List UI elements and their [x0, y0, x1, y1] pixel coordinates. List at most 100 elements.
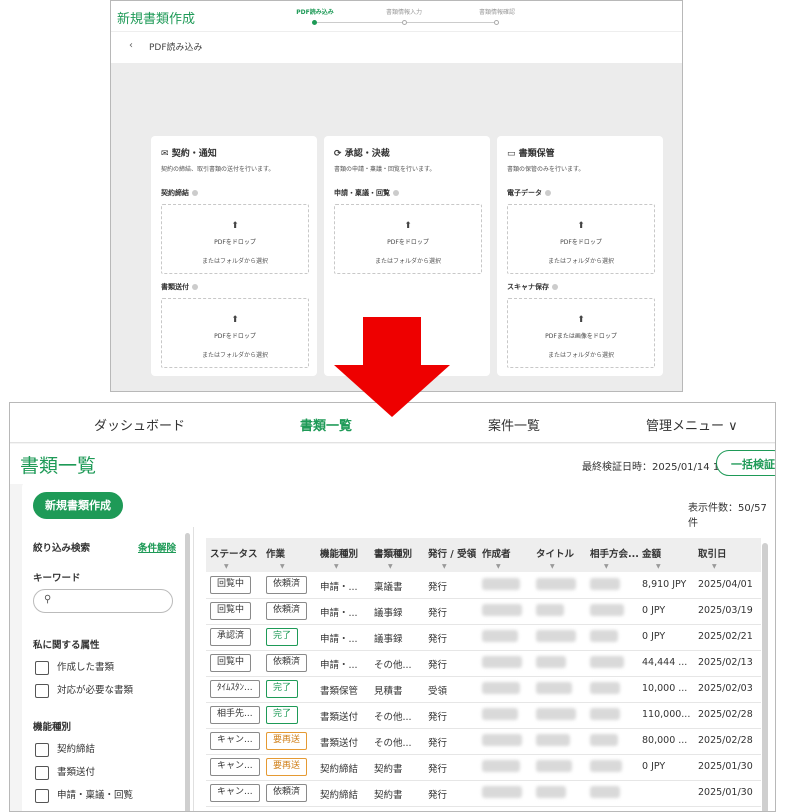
- col-date[interactable]: 取引日: [698, 546, 727, 560]
- cell-creator-redacted: [482, 682, 520, 694]
- info-icon: [393, 190, 399, 196]
- table-scrollbar[interactable]: [762, 543, 768, 811]
- cell-amount: 0 JPY: [642, 605, 666, 616]
- sort-caret-icon[interactable]: ▼: [280, 563, 285, 570]
- cell-amount: 0 JPY: [642, 761, 666, 772]
- table-row[interactable]: 回覧中 依頼済 申請・... 稟議書 発行 8,910 JPY 2025/04/01: [206, 572, 761, 599]
- table-row[interactable]: キャン... 要再送 契約締結 契約書 発行 0 JPY 2025/01/30: [206, 754, 761, 781]
- table-row[interactable]: ﾀｲﾑｽﾀﾝ... 完了 書類保管 見積書 受領 10,000 ... 2025/02/03: [206, 676, 761, 703]
- table-row[interactable]: キャン... 要再送 書類送付 その他... 発行 80,000 ... 2025/02/2…: [206, 728, 761, 755]
- col-task[interactable]: 作業: [266, 546, 285, 560]
- file-upload-icon: ⬆: [577, 315, 585, 325]
- step-pdf-import[interactable]: PDF読み込み: [280, 7, 350, 16]
- info-icon: [552, 284, 558, 290]
- col-status[interactable]: ステータス: [210, 546, 258, 560]
- card-title: 書類保管: [518, 149, 555, 159]
- card-contract-notice: ✉ 契約・通知 契約の締結、取引書類の送付を行います。 契約締結 ⬆ PDFをド…: [151, 136, 317, 376]
- filter-scrollbar[interactable]: [185, 533, 190, 811]
- nav-admin-menu[interactable]: 管理メニュー ∨: [646, 415, 738, 434]
- card-desc: 書類の申請・稟議・回覧を行います。: [334, 166, 436, 173]
- task-badge: 依頼済: [266, 784, 308, 802]
- drop-zone-contract[interactable]: ⬆ PDFをドロップ またはフォルダから選択: [161, 204, 309, 274]
- checkbox[interactable]: [35, 683, 49, 698]
- sort-caret-icon[interactable]: ▼: [334, 563, 339, 570]
- sort-caret-icon[interactable]: ▼: [656, 563, 661, 570]
- new-document-button[interactable]: 新規書類作成: [33, 492, 123, 519]
- checkbox[interactable]: [35, 765, 49, 780]
- sort-caret-icon[interactable]: ▼: [442, 563, 447, 570]
- table-row[interactable]: キャン... 依頼済 契約締結 契約書 発行 2025/01/30: [206, 780, 761, 807]
- col-counterparty[interactable]: 相手方会...: [590, 546, 639, 560]
- task-badge: 完了: [266, 706, 299, 724]
- sort-caret-icon[interactable]: ▼: [224, 563, 229, 570]
- cell-date: 2025/02/28: [698, 735, 753, 746]
- sort-caret-icon[interactable]: ▼: [712, 563, 717, 570]
- drop-zone-scanner[interactable]: ⬆ PDFまたは画像をドロップ またはフォルダから選択: [507, 298, 655, 368]
- cell-issue: 発行: [428, 712, 448, 723]
- step-dot-active: [312, 20, 317, 25]
- col-function[interactable]: 機能種別: [320, 546, 358, 560]
- cell-function: 申請・...: [320, 608, 358, 619]
- cell-counterparty-redacted: [590, 682, 620, 694]
- checkbox[interactable]: [35, 660, 49, 675]
- task-badge: 要再送: [266, 758, 308, 776]
- cell-amount: 8,910 JPY: [642, 579, 687, 590]
- app-title: 新規書類作成: [117, 12, 196, 27]
- col-creator[interactable]: 作成者: [482, 546, 511, 560]
- drop-zone-send[interactable]: ⬆ PDFをドロップ またはフォルダから選択: [161, 298, 309, 368]
- nav-dashboard[interactable]: ダッシュボード: [94, 415, 185, 434]
- nav-document-list[interactable]: 書類一覧: [300, 415, 352, 434]
- header-bar: [111, 1, 682, 31]
- cell-issue: 発行: [428, 634, 448, 645]
- table-row[interactable]: 承認済 完了 申請・... 議事録 発行 0 JPY 2025/02/21: [206, 624, 761, 651]
- sort-caret-icon[interactable]: ▼: [388, 563, 393, 570]
- cell-title-redacted: [536, 682, 572, 694]
- col-issue[interactable]: 発行 / 受領: [428, 546, 476, 560]
- cell-title-redacted: [536, 708, 576, 720]
- sort-caret-icon[interactable]: ▼: [550, 563, 555, 570]
- cell-amount: 80,000 ...: [642, 735, 688, 746]
- cell-function: 申請・...: [320, 582, 358, 593]
- info-icon: [192, 284, 198, 290]
- drop-zone-approval[interactable]: ⬆ PDFをドロップ またはフォルダから選択: [334, 204, 482, 274]
- drop-zone-electronic[interactable]: ⬆ PDFをドロップ またはフォルダから選択: [507, 204, 655, 274]
- col-title[interactable]: タイトル: [536, 546, 574, 560]
- checkbox[interactable]: [35, 742, 49, 757]
- sort-caret-icon[interactable]: ▼: [496, 563, 501, 570]
- cell-issue: 発行: [428, 660, 448, 671]
- task-badge: 要再送: [266, 732, 308, 750]
- checkbox[interactable]: [35, 788, 49, 803]
- table-row[interactable]: 回覧中 依頼済 申請・... 議事録 発行 0 JPY 2025/03/19: [206, 598, 761, 625]
- cell-issue: 受領: [428, 686, 448, 697]
- section-label: 申請・稟議・回覧: [334, 188, 399, 198]
- col-doctype[interactable]: 書類種別: [374, 546, 412, 560]
- bulk-verify-button[interactable]: 一括検証: [716, 450, 775, 476]
- task-badge: 完了: [266, 680, 299, 698]
- cell-creator-redacted: [482, 786, 522, 798]
- cell-amount: 44,444 ...: [642, 657, 688, 668]
- step-doc-confirm[interactable]: 書類情報確認: [462, 7, 532, 16]
- clear-filter-link[interactable]: 条件解除: [138, 540, 176, 554]
- cell-function: 申請・...: [320, 634, 358, 645]
- sub-title: PDF読み込み: [149, 43, 203, 53]
- sort-caret-icon[interactable]: ▼: [604, 563, 609, 570]
- nav-case-list[interactable]: 案件一覧: [488, 415, 540, 434]
- filter-option-created[interactable]: 作成した書類: [35, 659, 114, 675]
- table-row[interactable]: 回覧中 依頼済 申請・... その他... 発行 44,444 ... 2025/02/13: [206, 650, 761, 677]
- filter-option-send[interactable]: 書類送付: [35, 764, 95, 780]
- table-row[interactable]: 相手先... 完了 書類送付 その他... 発行 110,000... 2025/02/28: [206, 702, 761, 729]
- filter-option-contract[interactable]: 契約締結: [35, 741, 95, 757]
- cell-counterparty-redacted: [590, 604, 624, 616]
- filter-option-approval[interactable]: 申請・稟議・回覧: [35, 787, 133, 803]
- info-icon: [192, 190, 198, 196]
- step-dot: [494, 20, 499, 25]
- cell-counterparty-redacted: [590, 760, 622, 772]
- chevron-left-icon[interactable]: ‹: [129, 40, 133, 51]
- step-doc-input[interactable]: 書類情報入力: [369, 7, 439, 16]
- cell-counterparty-redacted: [590, 708, 620, 720]
- keyword-search-input[interactable]: [33, 589, 173, 613]
- cell-creator-redacted: [482, 734, 522, 746]
- filter-option-action-needed[interactable]: 対応が必要な書類: [35, 682, 133, 698]
- col-amount[interactable]: 金額: [642, 546, 661, 560]
- chevron-down-icon: ∨: [728, 419, 738, 434]
